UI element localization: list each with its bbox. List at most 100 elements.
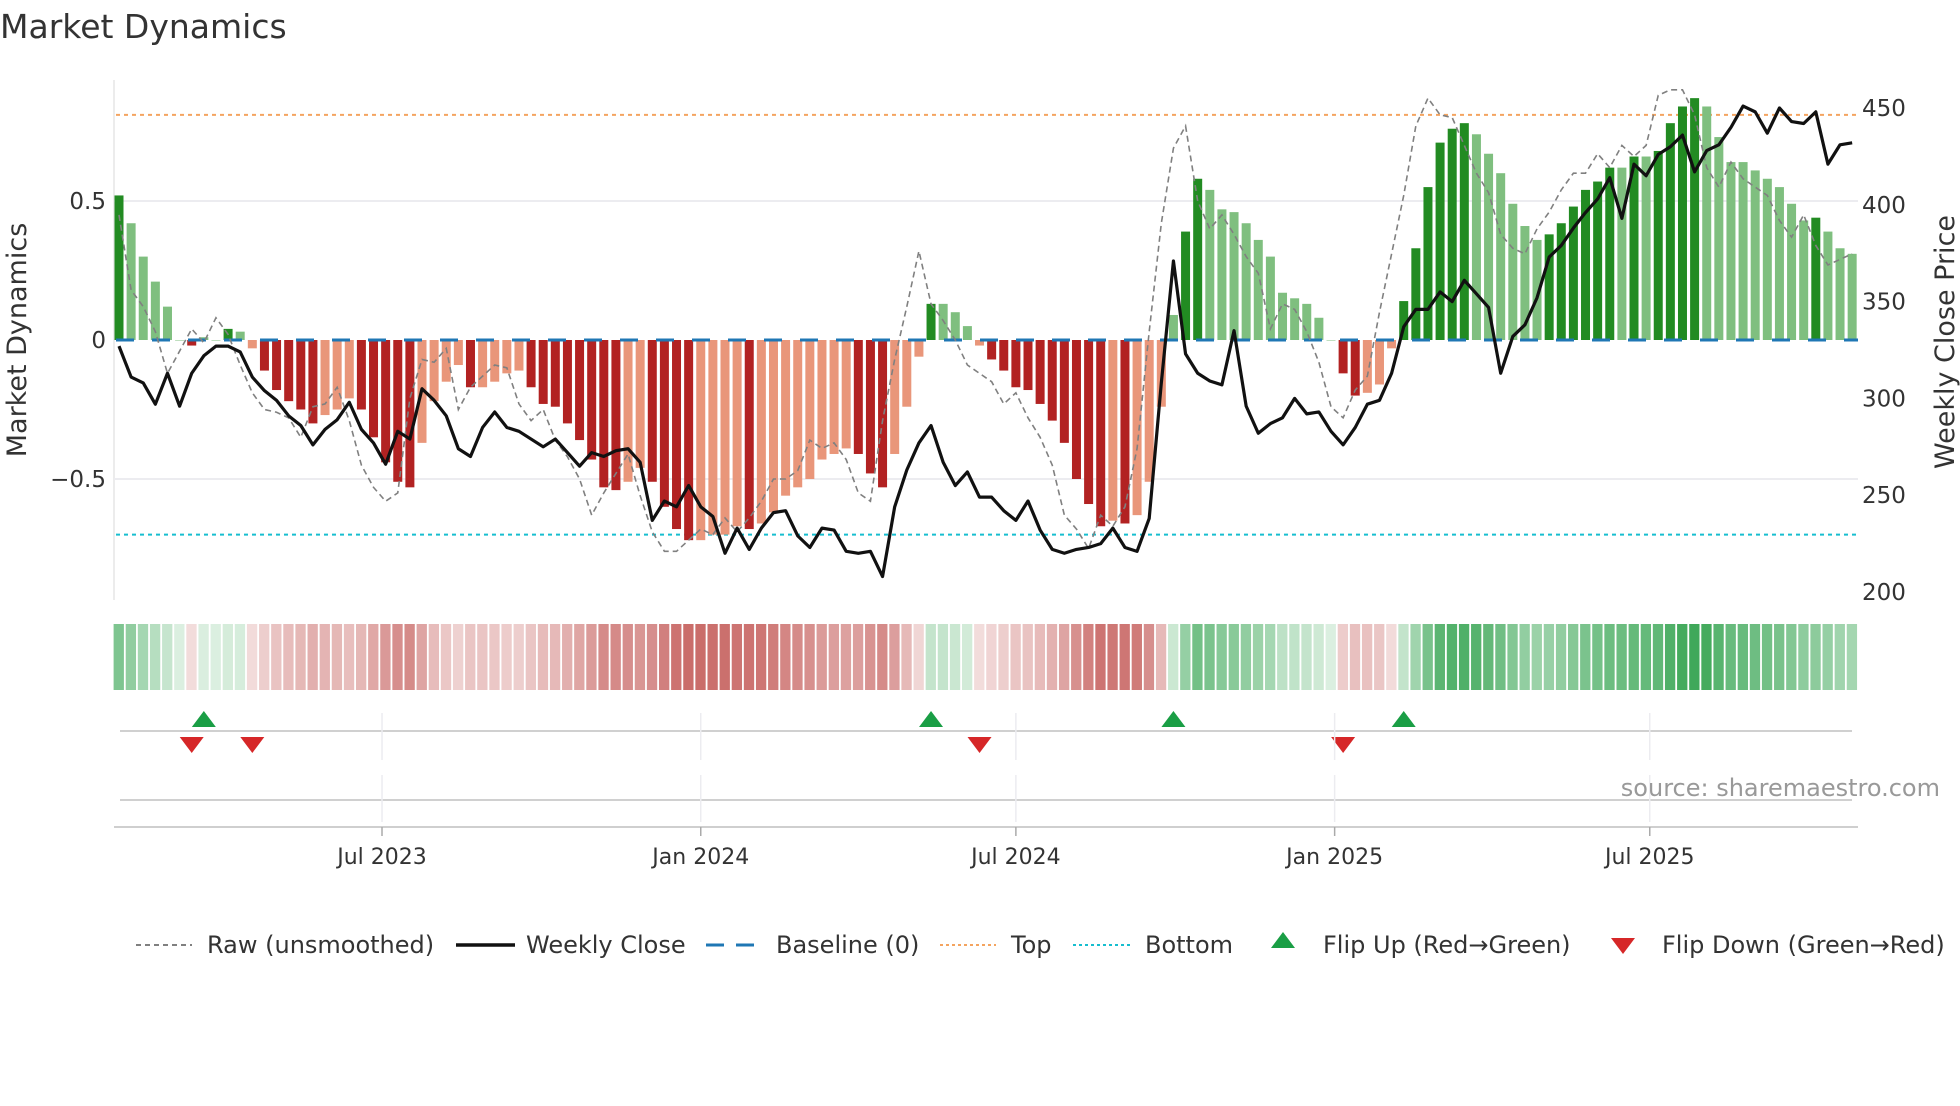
bar [1059, 340, 1069, 443]
bar [1278, 292, 1288, 340]
regime-cell [1834, 624, 1845, 690]
flip-up-icon [1271, 932, 1295, 948]
bar [817, 340, 827, 460]
regime-cell [392, 624, 403, 690]
regime-cell [780, 624, 791, 690]
regime-cell [683, 624, 694, 690]
bar [865, 340, 875, 474]
y-axis-right: 450 400 350 300 250 200 [1862, 96, 1906, 606]
bar [793, 340, 803, 488]
legend-flip-down-label: Flip Down (Green→Red) [1662, 931, 1945, 959]
bar [1302, 303, 1312, 340]
bar [635, 340, 645, 468]
bar [356, 340, 366, 410]
regime-cell [1022, 624, 1033, 690]
flip-down-marker [179, 737, 204, 753]
bar [381, 340, 391, 463]
regime-cell [1737, 624, 1748, 690]
regime-cell [1652, 624, 1664, 690]
market-dynamics-chart: Market Dynamics 0.5 0 −0.5 450 400 350 300 250… [0, 7, 1960, 959]
regime-cell [719, 624, 730, 690]
bar [126, 223, 136, 340]
regime-cell [1386, 624, 1397, 690]
regime-cell [1640, 624, 1652, 690]
regime-cell [586, 624, 597, 690]
bar [829, 340, 839, 454]
regime-cell [1677, 624, 1688, 690]
regime-cell [1701, 624, 1712, 690]
regime-cell [768, 624, 779, 690]
regime-cell [1774, 624, 1785, 690]
bar [1011, 340, 1021, 388]
regime-cell [404, 624, 415, 690]
regime-cell [1471, 624, 1482, 690]
regime-cell [343, 624, 355, 690]
y-tick-label: 0.5 [69, 189, 106, 215]
regime-cell [1458, 624, 1470, 690]
regime-cell [137, 624, 149, 690]
regime-cell [610, 624, 621, 690]
legend-raw-label: Raw (unsmoothed) [207, 931, 434, 959]
regime-cell [901, 624, 912, 690]
flip-down-marker [967, 737, 992, 753]
bar [562, 340, 572, 424]
regime-cell [477, 624, 488, 690]
regime-cell [1786, 624, 1797, 690]
x-axis: Jul 2023 Jan 2024 Jul 2024 Jan 2025 Jul 2025 [114, 713, 1858, 870]
y-tick-label: 0 [91, 328, 106, 354]
regime-cell [1228, 624, 1239, 690]
regime-cell [1192, 624, 1203, 690]
bar [768, 340, 778, 513]
regime-cell [695, 624, 706, 690]
regime-cell [149, 624, 161, 690]
bars [114, 98, 1858, 541]
bar [247, 340, 257, 349]
regime-cell [804, 624, 815, 690]
legend-baseline-label: Baseline (0) [776, 931, 919, 959]
regime-cell [1374, 624, 1385, 690]
regime-cell [974, 624, 985, 690]
bar [1702, 106, 1712, 340]
bar [1714, 137, 1724, 340]
regime-cell [1083, 624, 1094, 690]
regime-cell [113, 624, 124, 690]
bar [1326, 340, 1336, 341]
regime-cell [1058, 624, 1070, 690]
y2-tick-label: 300 [1862, 386, 1906, 412]
bar [1144, 340, 1154, 482]
bar [259, 340, 269, 371]
regime-cell [1155, 624, 1167, 690]
regime-cell [671, 624, 682, 690]
regime-cell [271, 624, 282, 690]
regime-cell [259, 624, 270, 690]
legend-close-label: Weekly Close [526, 931, 686, 959]
bar [914, 340, 924, 357]
regime-cell [707, 624, 718, 690]
chart-title: Market Dynamics [0, 7, 287, 46]
bar [1084, 340, 1094, 505]
regime-cell [562, 624, 573, 690]
regime-cell [549, 624, 561, 690]
legend-bottom-label: Bottom [1145, 931, 1233, 959]
bar [1096, 340, 1106, 527]
bar [1205, 189, 1215, 340]
raw-series [118, 89, 1853, 553]
regime-cell [465, 624, 476, 690]
regime-cell [283, 624, 294, 690]
regime-cell [840, 624, 852, 690]
regime-cell [1568, 624, 1579, 690]
regime-cell [1204, 624, 1215, 690]
regime-cell [877, 624, 888, 690]
bar [1217, 209, 1227, 340]
regime-cell [1846, 624, 1858, 690]
bar [1738, 162, 1748, 340]
regime-cell [889, 624, 900, 690]
bar [162, 306, 172, 340]
regime-cell [1725, 624, 1736, 690]
regime-cell [731, 624, 743, 690]
regime-cell [1543, 624, 1555, 690]
bar [1338, 340, 1348, 374]
regime-strip [113, 624, 1858, 690]
bar [1374, 340, 1384, 385]
bar [369, 340, 379, 438]
